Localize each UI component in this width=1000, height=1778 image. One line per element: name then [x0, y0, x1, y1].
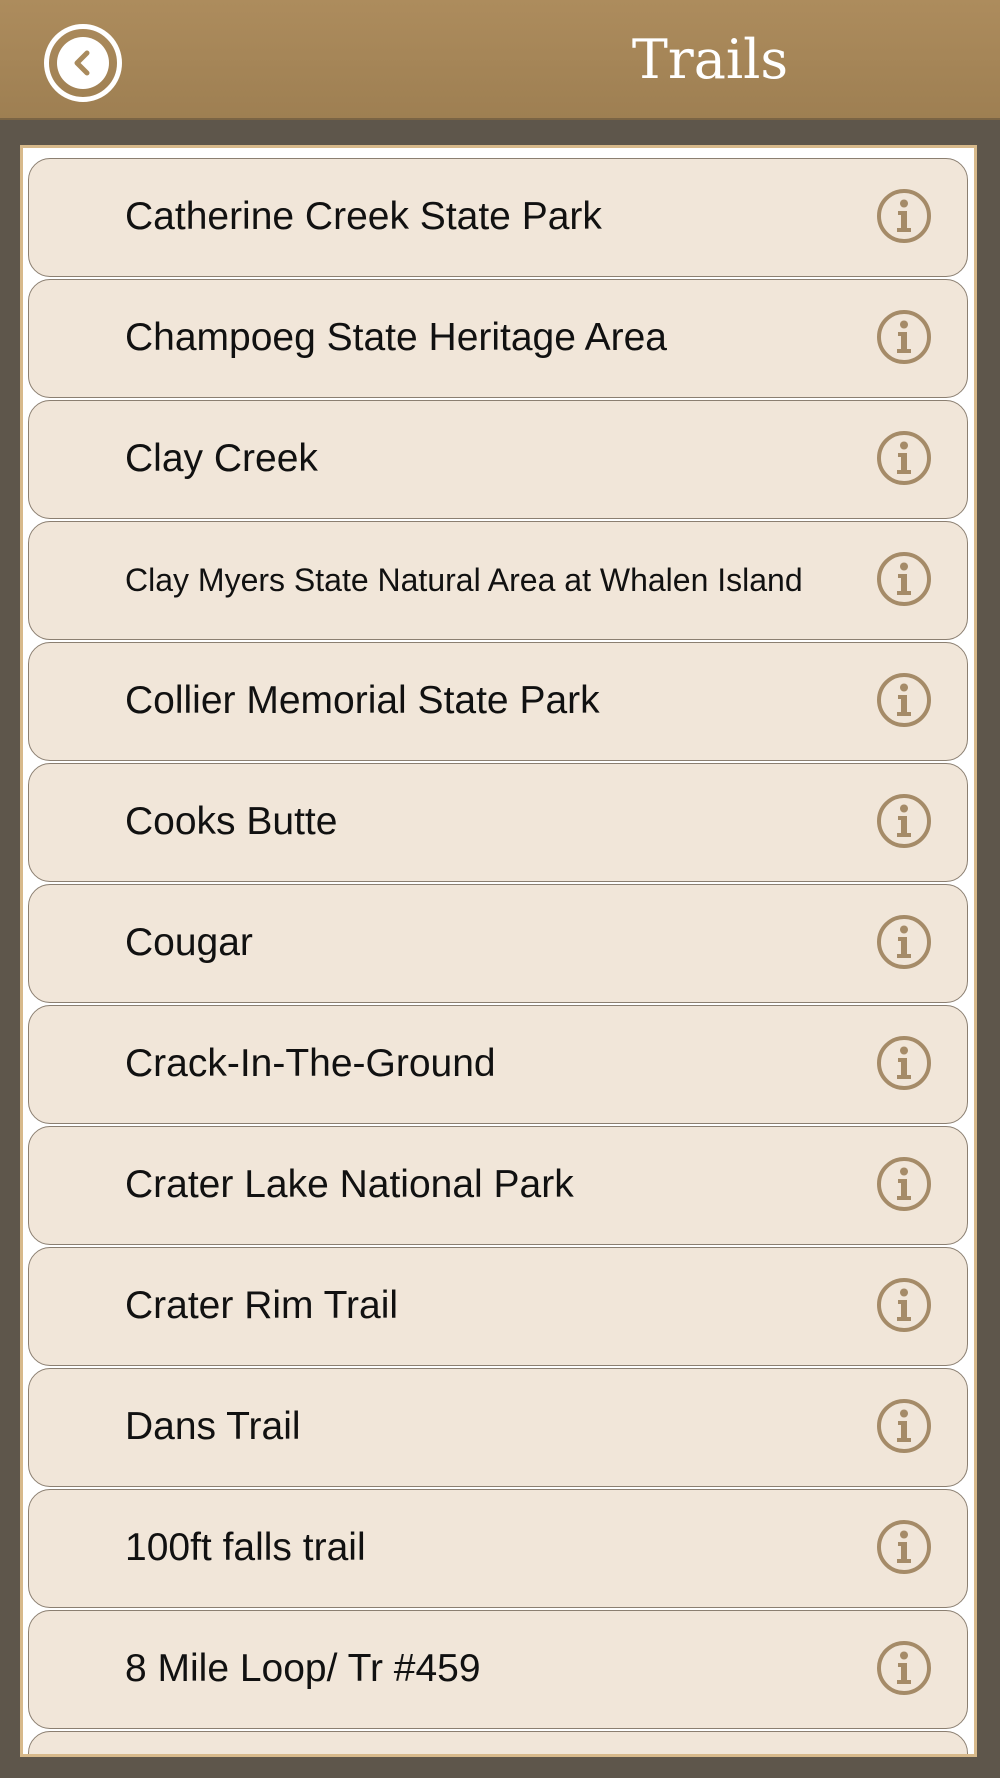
trail-list-item[interactable]: Cougar	[28, 884, 968, 1003]
trail-list-item[interactable]: 8 Mile Loop/ Tr #459	[28, 1610, 968, 1729]
trail-list-item[interactable]	[28, 1731, 968, 1754]
trail-list-item[interactable]: Champoeg State Heritage Area	[28, 279, 968, 398]
trail-name: Crater Rim Trail	[125, 1284, 399, 1327]
header-bar: Trails	[0, 0, 1000, 120]
trail-list-item[interactable]: Catherine Creek State Park	[28, 158, 968, 277]
trail-name: Clay Creek	[125, 437, 318, 480]
trail-list-item[interactable]: Crater Lake National Park	[28, 1126, 968, 1245]
trail-name: Dans Trail	[125, 1405, 301, 1448]
info-icon[interactable]	[875, 429, 933, 487]
trail-list-item[interactable]: 100ft falls trail	[28, 1489, 968, 1608]
trail-name: Crater Lake National Park	[125, 1163, 574, 1206]
trail-list-item[interactable]: Clay Myers State Natural Area at Whalen …	[28, 521, 968, 640]
info-icon[interactable]	[875, 308, 933, 366]
trail-name: Cougar	[125, 921, 253, 964]
info-icon[interactable]	[875, 1397, 933, 1455]
info-icon[interactable]	[875, 1276, 933, 1334]
info-icon[interactable]	[875, 1518, 933, 1576]
trail-list-item[interactable]: Crack-In-The-Ground	[28, 1005, 968, 1124]
trail-name: 8 Mile Loop/ Tr #459	[125, 1647, 481, 1690]
trail-name: Collier Memorial State Park	[125, 679, 600, 722]
trail-name: Catherine Creek State Park	[125, 195, 602, 238]
trail-list-item[interactable]: Clay Creek	[28, 400, 968, 519]
trail-list-item[interactable]: Cooks Butte	[28, 763, 968, 882]
info-icon[interactable]	[875, 550, 933, 608]
trail-name: Crack-In-The-Ground	[125, 1042, 496, 1085]
back-button[interactable]	[44, 24, 122, 102]
page-title: Trails	[631, 28, 789, 91]
info-icon[interactable]	[875, 187, 933, 245]
trail-name: 100ft falls trail	[125, 1526, 366, 1569]
info-icon[interactable]	[875, 913, 933, 971]
trail-list-container[interactable]: Catherine Creek State Park Champoeg Stat…	[20, 145, 977, 1757]
trail-name: Cooks Butte	[125, 800, 338, 843]
trail-list: Catherine Creek State Park Champoeg Stat…	[28, 158, 968, 1754]
trail-name: Champoeg State Heritage Area	[125, 316, 668, 359]
trail-name	[125, 1732, 907, 1754]
trail-list-item[interactable]: Dans Trail	[28, 1368, 968, 1487]
info-icon[interactable]	[875, 1155, 933, 1213]
trail-list-item[interactable]: Crater Rim Trail	[28, 1247, 968, 1366]
trail-name: Clay Myers State Natural Area at Whalen …	[125, 562, 803, 598]
chevron-left-icon	[57, 37, 109, 89]
info-icon[interactable]	[875, 1034, 933, 1092]
info-icon[interactable]	[875, 792, 933, 850]
trail-list-item[interactable]: Collier Memorial State Park	[28, 642, 968, 761]
info-icon[interactable]	[875, 1639, 933, 1697]
info-icon[interactable]	[875, 671, 933, 729]
